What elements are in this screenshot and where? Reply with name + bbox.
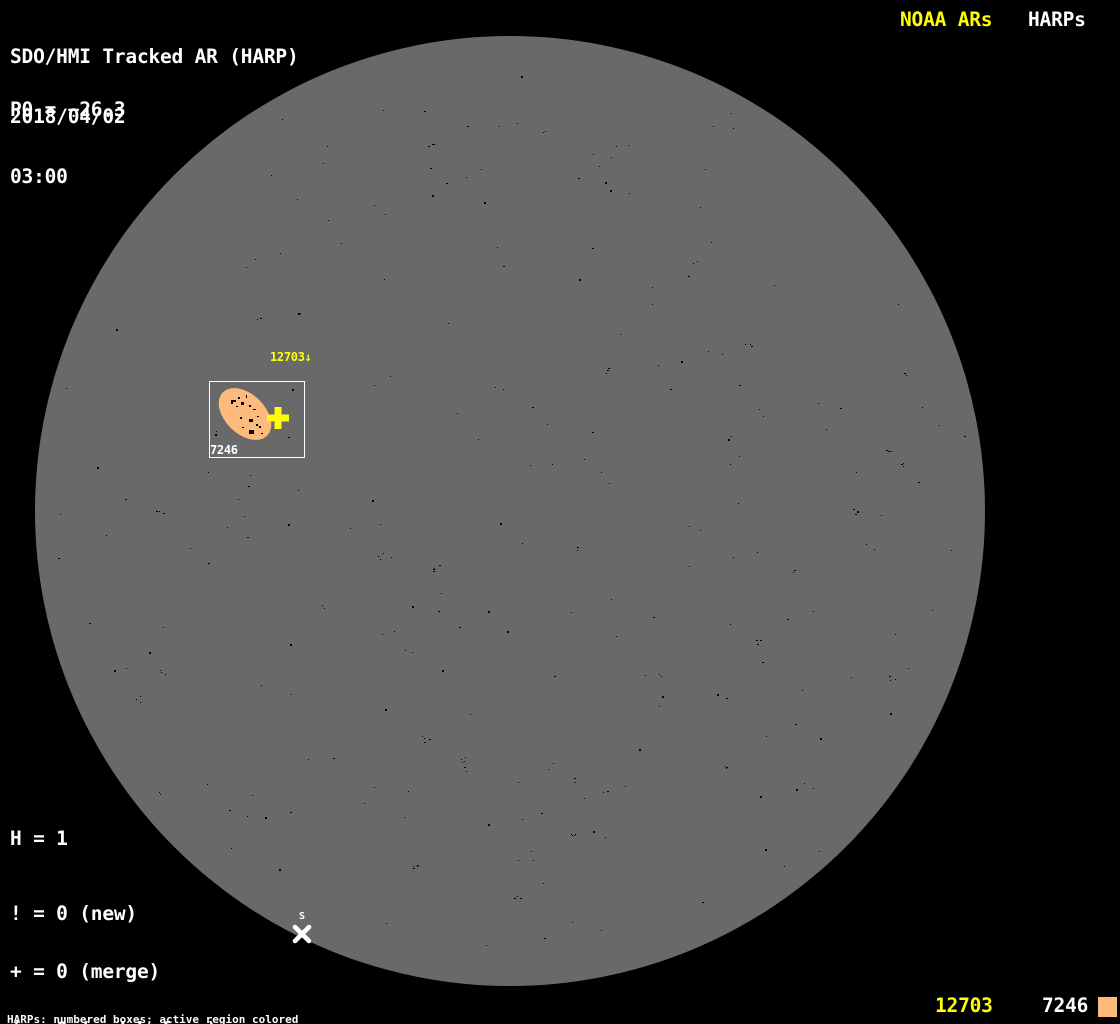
footer-notes: HARPs: numbered boxes; active region col… [7, 993, 391, 1024]
counter-line-new: ! = 0 (new) [10, 904, 229, 923]
counter-line-merge: + = 0 (merge) [10, 962, 229, 981]
footer-harps-note: HARPs: numbered boxes; active region col… [7, 1015, 391, 1024]
footer-noaa-id: 12703 [935, 996, 993, 1016]
harp-count-label: H = 1 [10, 829, 68, 849]
time-label: 03:00 [10, 167, 299, 187]
noaa-ar-cross [275, 407, 282, 429]
p0-angle-label: P0 = −26.3 [10, 100, 125, 120]
footer-harp-id: 7246 [1042, 996, 1088, 1016]
legend-noaa-ars-label: NOAA ARs [900, 10, 992, 30]
active-region-color-swatch [1098, 997, 1117, 1017]
app-title: SDO/HMI Tracked AR (HARP) [10, 47, 299, 67]
harp-id-label: 7246 [210, 444, 238, 456]
hmi-harp-tracking-plot: SDO/HMI Tracked AR (HARP) 2018/04/02 03:… [0, 0, 1120, 1024]
legend-harps-label: HARPs [1028, 10, 1086, 30]
south-pole-label: S [299, 912, 305, 922]
noaa-ar-pointer-label: 12703↓ [270, 351, 312, 363]
